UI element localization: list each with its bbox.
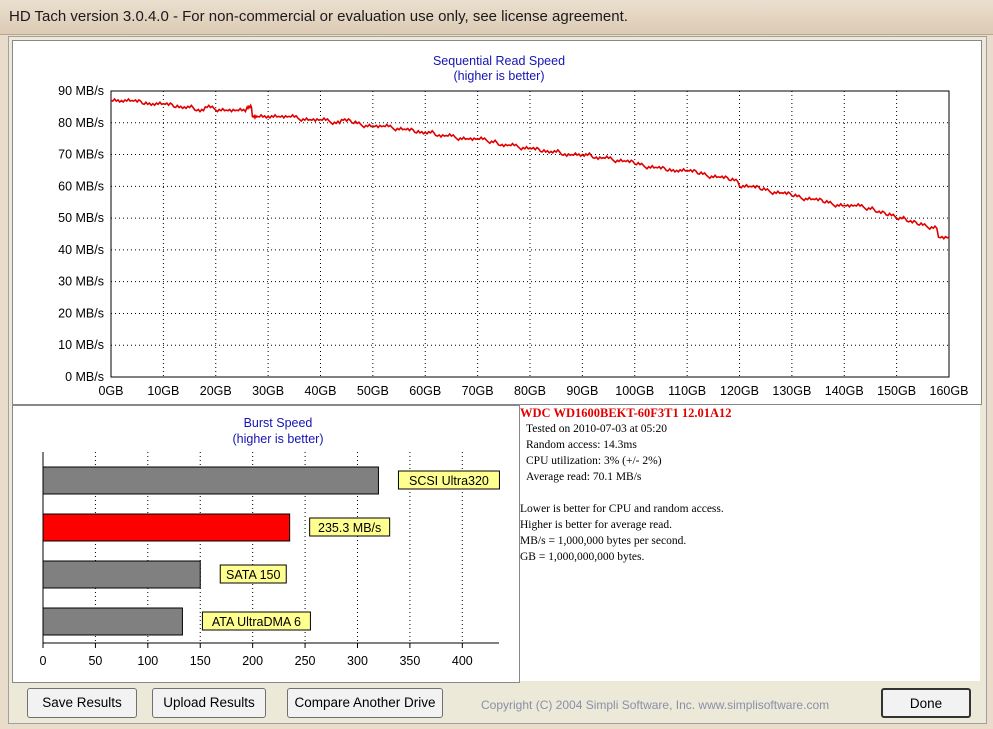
- burst-bar-label: 235.3 MB/s: [318, 521, 381, 535]
- burst-x-tick-label: 300: [347, 654, 368, 668]
- seq-x-tick-label: 70GB: [462, 384, 494, 398]
- burst-chart-title: Burst Speed: [244, 416, 313, 430]
- note-mbs-definition: MB/s = 1,000,000 bytes per second.: [520, 535, 687, 547]
- seq-x-tick-label: 40GB: [305, 384, 337, 398]
- burst-x-tick-label: 350: [399, 654, 420, 668]
- burst-speed-panel: Burst Speed (higher is better) SCSI Ultr…: [12, 405, 520, 683]
- burst-speed-chart: Burst Speed (higher is better) SCSI Ultr…: [40, 416, 500, 668]
- seq-y-tick-label: 10 MB/s: [58, 338, 104, 352]
- tested-date: Tested on 2010-07-03 at 05:20: [526, 423, 668, 435]
- burst-bar-label: ATA UltraDMA 6: [212, 615, 301, 629]
- compare-another-drive-button[interactable]: Compare Another Drive: [287, 688, 443, 718]
- burst-bar: [42, 607, 183, 636]
- seq-x-tick-label: 50GB: [357, 384, 389, 398]
- cpu-utilization: CPU utilization: 3% (+/- 2%): [526, 455, 662, 467]
- random-access: Random access: 14.3ms: [526, 439, 637, 451]
- seq-x-tick-label: 110GB: [668, 384, 706, 398]
- window-title: HD Tach version 3.0.4.0 - For non-commer…: [9, 8, 628, 25]
- seq-x-tick-label: 150GB: [877, 384, 916, 398]
- burst-x-tick-label: 200: [242, 654, 263, 668]
- seq-plot-frame: [110, 90, 950, 378]
- seq-x-tick-label: 20GB: [200, 384, 232, 398]
- burst-bar-label: SATA 150: [226, 568, 280, 582]
- seq-x-tick-label: 30GB: [252, 384, 284, 398]
- upload-results-button[interactable]: Upload Results: [152, 688, 266, 718]
- note-lower-better: Lower is better for CPU and random acces…: [520, 503, 724, 515]
- info-panel: WDC WD1600BEKT-60F3T1 12.01A12 Tested on…: [520, 405, 980, 681]
- seq-chart-title: Sequential Read Speed: [433, 54, 565, 68]
- seq-y-tick-label: 90 MB/s: [58, 84, 104, 98]
- seq-x-tick-label: 10GB: [147, 384, 179, 398]
- sequential-read-panel: Sequential Read Speed (higher is better)…: [12, 40, 982, 405]
- seq-x-tick-label: 0GB: [98, 384, 123, 398]
- sequential-read-chart: Sequential Read Speed (higher is better)…: [58, 54, 969, 398]
- seq-y-tick-label: 40 MB/s: [58, 243, 104, 257]
- title-bar: HD Tach version 3.0.4.0 - For non-commer…: [0, 0, 993, 35]
- seq-y-tick-label: 80 MB/s: [58, 116, 104, 130]
- copyright-text: Copyright (C) 2004 Simpli Software, Inc.…: [481, 698, 830, 712]
- seq-y-tick-label: 20 MB/s: [58, 306, 104, 320]
- burst-x-tick-label: 250: [295, 654, 316, 668]
- burst-bar: [42, 466, 379, 495]
- burst-x-tick-label: 100: [137, 654, 158, 668]
- seq-y-tick-label: 30 MB/s: [58, 275, 104, 289]
- seq-y-tick-label: 70 MB/s: [58, 148, 104, 162]
- seq-x-tick-label: 100GB: [615, 384, 654, 398]
- seq-y-tick-label: 50 MB/s: [58, 211, 104, 225]
- seq-x-tick-label: 130GB: [772, 384, 811, 398]
- seq-x-tick-label: 80GB: [514, 384, 546, 398]
- seq-x-tick-label: 140GB: [825, 384, 864, 398]
- seq-x-tick-label: 60GB: [409, 384, 441, 398]
- seq-y-tick-label: 0 MB/s: [65, 370, 104, 384]
- burst-x-tick-label: 150: [190, 654, 211, 668]
- note-higher-better: Higher is better for average read.: [520, 519, 672, 531]
- save-results-button[interactable]: Save Results: [27, 688, 137, 718]
- drive-name: WDC WD1600BEKT-60F3T1 12.01A12: [520, 406, 732, 420]
- seq-x-tick-label: 160GB: [930, 384, 969, 398]
- burst-x-tick-label: 0: [40, 654, 47, 668]
- seq-chart-subtitle: (higher is better): [453, 69, 544, 83]
- burst-x-tick-label: 400: [452, 654, 473, 668]
- burst-bar-label: SCSI Ultra320: [409, 474, 489, 488]
- seq-y-tick-label: 60 MB/s: [58, 179, 104, 193]
- done-button[interactable]: Done: [881, 688, 971, 718]
- average-read: Average read: 70.1 MB/s: [526, 471, 642, 483]
- burst-chart-subtitle: (higher is better): [232, 432, 323, 446]
- main-window: Sequential Read Speed (higher is better)…: [8, 36, 987, 724]
- seq-x-tick-label: 120GB: [720, 384, 759, 398]
- seq-x-tick-label: 90GB: [566, 384, 598, 398]
- note-gb-definition: GB = 1,000,000,000 bytes.: [520, 551, 645, 563]
- burst-bar: [42, 560, 201, 589]
- burst-bar: [42, 513, 291, 542]
- burst-x-tick-label: 50: [88, 654, 102, 668]
